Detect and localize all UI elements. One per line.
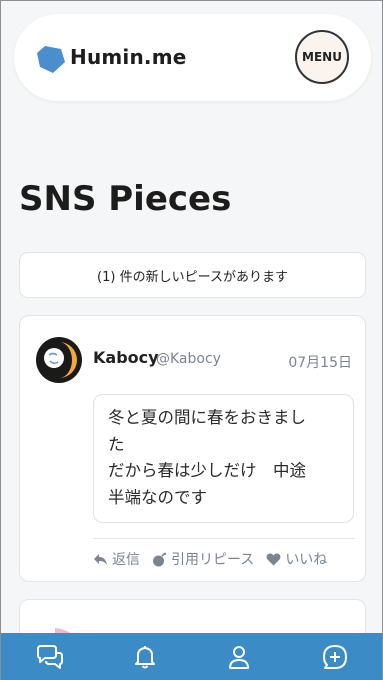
- app-header: Humin.me MENU: [14, 14, 371, 101]
- reply-label: 返信: [112, 552, 140, 568]
- tab-chat[interactable]: [20, 633, 80, 680]
- bottom-tab-bar: [1, 633, 382, 680]
- post-body-line: 半端なのです: [108, 487, 207, 507]
- page-title: SNS Pieces: [19, 179, 232, 219]
- like-label: いいね: [285, 552, 328, 568]
- logo-text[interactable]: Humin.me: [70, 45, 187, 69]
- post-body-line: 冬と夏の間に春をおきまし: [108, 408, 306, 427]
- new-pieces-notice-text: (1) 件の新しいピースがあります: [97, 269, 288, 285]
- post-body-line: だから春は少しだけ 中途: [108, 461, 306, 480]
- post-card: Kabocy @Kabocy 07月15日 冬と夏の間に春をおきまし た だから…: [19, 315, 366, 582]
- bomb-icon: [153, 552, 167, 566]
- post-date: 07月15日: [288, 355, 352, 371]
- post-body: 冬と夏の間に春をおきまし た だから春は少しだけ 中途 半端なのです: [93, 394, 354, 523]
- quote-repiece-label: 引用リピース: [171, 552, 255, 568]
- author-handle[interactable]: @Kabocy: [156, 351, 221, 367]
- tab-notifications[interactable]: [115, 633, 175, 680]
- new-pieces-notice[interactable]: (1) 件の新しいピースがあります: [19, 252, 366, 298]
- post-body-line: た: [108, 434, 125, 454]
- post-actions: 返信 引用リピース いいね: [93, 550, 339, 568]
- tab-new-post[interactable]: [305, 633, 365, 680]
- reply-icon: [94, 553, 107, 565]
- divider: [93, 538, 355, 539]
- add-post-icon: [323, 644, 347, 669]
- heart-icon: [266, 553, 281, 565]
- chat-icon: [37, 644, 63, 669]
- like-button[interactable]: いいね: [266, 549, 327, 569]
- tab-profile[interactable]: [209, 633, 269, 680]
- user-icon: [229, 645, 249, 669]
- bell-icon: [135, 645, 155, 668]
- menu-button[interactable]: MENU: [295, 30, 349, 84]
- quote-repiece-button[interactable]: 引用リピース: [152, 549, 254, 569]
- reply-button[interactable]: 返信: [93, 549, 140, 569]
- avatar[interactable]: [35, 336, 83, 384]
- logo-icon: [37, 46, 65, 73]
- author-name[interactable]: Kabocy: [93, 348, 159, 367]
